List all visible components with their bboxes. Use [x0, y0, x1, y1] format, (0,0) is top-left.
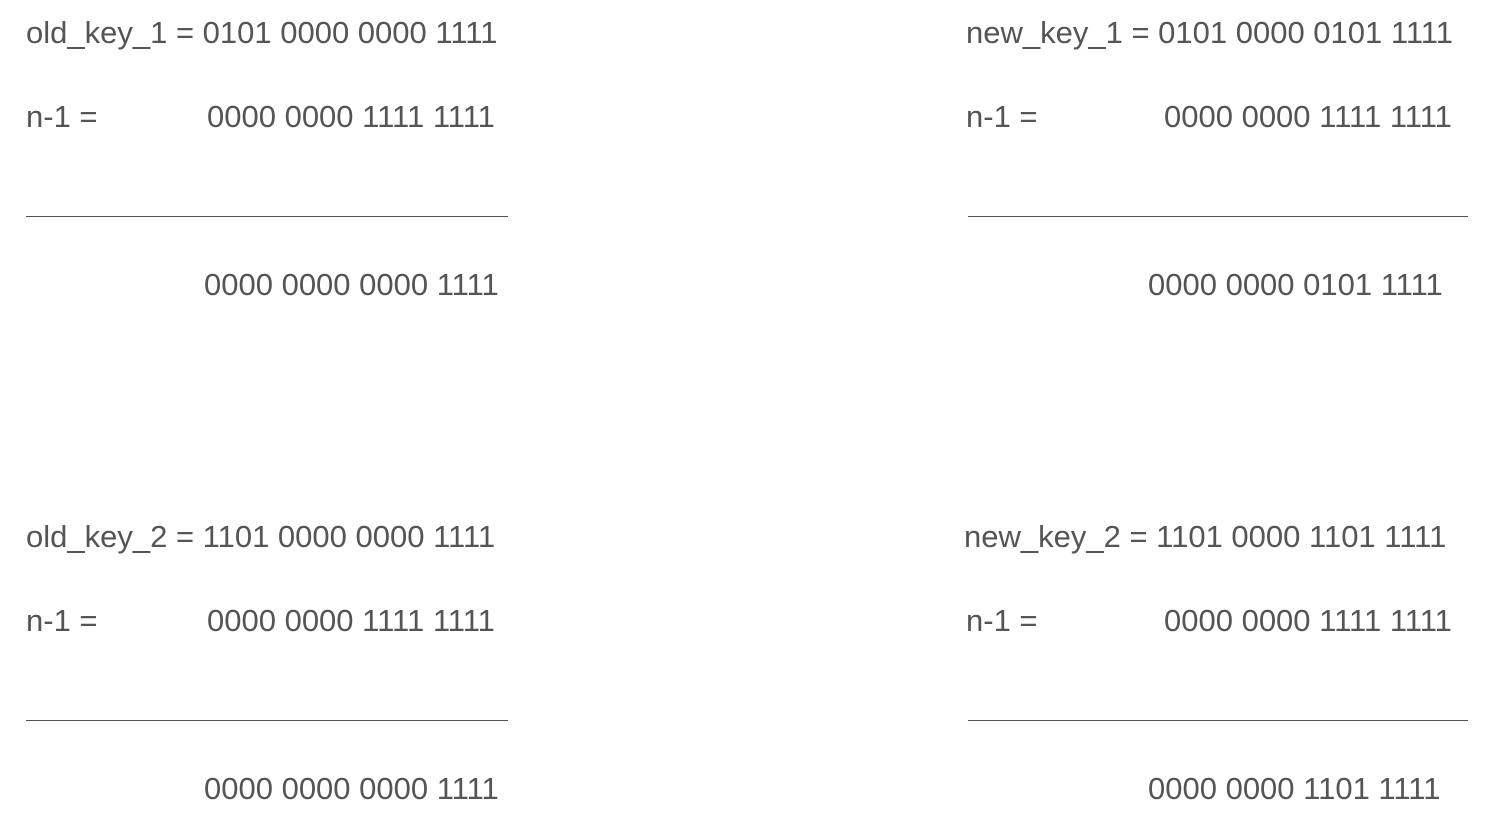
mask-bits: 0000 0000 1111 1111 — [1164, 99, 1452, 134]
key-line: old_key_2 = 1101 0000 0000 1111 — [26, 519, 496, 554]
calc-block-new-key-2: new_key_2 = 1101 0000 1101 1111 n-1 = 00… — [920, 504, 1480, 806]
mask-bits: 0000 0000 1111 1111 — [207, 603, 495, 638]
divider-line — [26, 720, 508, 721]
result-bits: 0000 0000 0101 1111 — [1148, 267, 1443, 302]
divider-line — [968, 720, 1468, 721]
result-bits: 0000 0000 0000 1111 — [204, 771, 499, 806]
mask-label: n-1 = — [966, 603, 1038, 638]
divider-line — [26, 216, 508, 217]
mask-bits: 0000 0000 1111 1111 — [1164, 603, 1452, 638]
divider-line — [968, 216, 1468, 217]
mask-label: n-1 = — [26, 99, 98, 134]
key-line: old_key_1 = 0101 0000 0000 1111 — [26, 15, 498, 50]
calc-block-new-key-1: new_key_1 = 0101 0000 0101 1111 n-1 = 00… — [920, 0, 1480, 302]
mask-label: n-1 = — [966, 99, 1038, 134]
key-line: new_key_2 = 1101 0000 1101 1111 — [964, 519, 1447, 554]
calc-block-old-key-2: old_key_2 = 1101 0000 0000 1111 n-1 = 00… — [0, 504, 560, 806]
result-bits: 0000 0000 1101 1111 — [1148, 771, 1441, 806]
calc-block-old-key-1: old_key_1 = 0101 0000 0000 1111 n-1 = 00… — [0, 0, 560, 302]
mask-bits: 0000 0000 1111 1111 — [207, 99, 495, 134]
result-bits: 0000 0000 0000 1111 — [204, 267, 499, 302]
mask-label: n-1 = — [26, 603, 98, 638]
key-line: new_key_1 = 0101 0000 0101 1111 — [966, 15, 1453, 50]
